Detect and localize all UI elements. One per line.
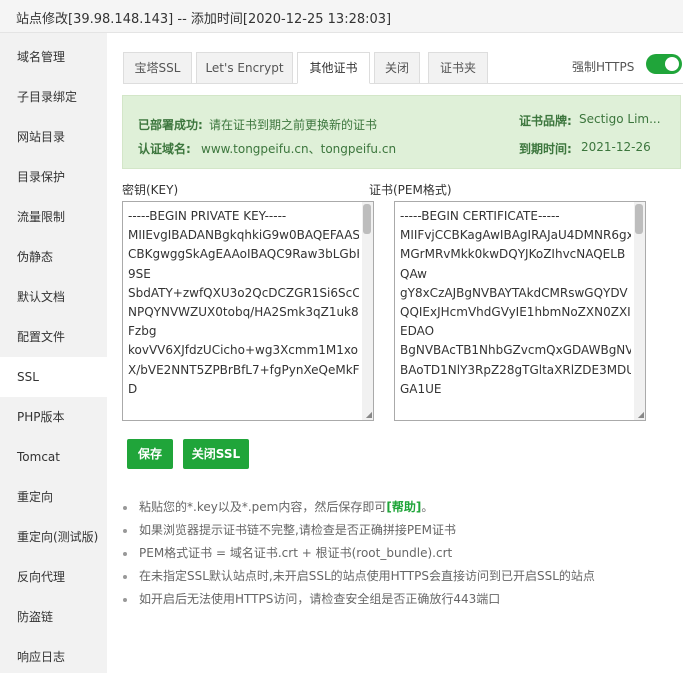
window-titlebar: 站点修改[39.98.148.143] -- 添加时间[2020-12-25 1…: [0, 0, 683, 33]
key-line: kovVV6XJfdzUCicho+wg3Xcmm1M1xoE: [128, 343, 359, 358]
cert-content: -----BEGIN CERTIFICATE----- MIIFvjCCBKag…: [400, 207, 631, 399]
bullet-icon: [123, 552, 127, 556]
sidebar-item-rewrite[interactable]: 伪静态: [0, 237, 107, 277]
sidebar-item-redirect[interactable]: 重定向: [0, 477, 107, 517]
tip-item: 如果浏览器提示证书链不完整,请检查是否正确拼接PEM证书: [122, 519, 595, 542]
cert-line: BgNVBAcTB1NhbGZvcmQxGDAWBgNV: [400, 343, 631, 358]
cert-line: gY8xCzAJBgNVBAYTAkdCMRswGQYDV: [400, 285, 628, 300]
key-line: X/bVE2NNT5ZPBrBfL7+fgPynXeQeMkFc: [128, 362, 359, 377]
domain-label: 认证域名:: [138, 142, 191, 156]
cert-scroll-thumb[interactable]: [635, 204, 643, 234]
tab-cert-folder[interactable]: 证书夹: [428, 52, 488, 84]
brand-label: 证书品牌:: [519, 114, 572, 128]
cert-status-box: 已部署成功: 请在证书到期之前更换新的证书 认证域名: www.tongpeif…: [122, 95, 681, 169]
bullet-icon: [123, 529, 127, 533]
tip-item: 如开启后无法使用HTTPS访问，请检查安全组是否正确放行443端口: [122, 588, 595, 611]
cert-line: BAoTD1NlY3RpZ28gTGltaXRlZDE3MDU: [400, 362, 631, 377]
help-link[interactable]: [帮助]: [386, 500, 421, 514]
force-https-label: 强制HTTPS: [572, 60, 635, 74]
bullet-icon: [123, 598, 127, 602]
sidebar-item-dir-protect[interactable]: 目录保护: [0, 157, 107, 197]
tip-text: 粘贴您的*.key以及*.pem内容，然后保存即可: [139, 500, 387, 514]
force-https-toggle[interactable]: [646, 54, 682, 74]
tip-item: PEM格式证书 = 域名证书.crt + 根证书(root_bundle).cr…: [122, 542, 595, 565]
cert-line: MIIFvjCCBKagAwIBAgIRAJaU4DMNR6gx: [400, 228, 631, 243]
cert-line: MGrMRvMkk0kwDQYJKoZIhvcNAQELB: [400, 247, 626, 262]
sidebar-item-default-doc[interactable]: 默认文档: [0, 277, 107, 317]
key-scrollbar[interactable]: [362, 202, 373, 420]
tip-item: 在未指定SSL默认站点时,未开启SSL的站点使用HTTPS会直接访问到已开启SS…: [122, 565, 595, 588]
sidebar-item-tomcat[interactable]: Tomcat: [0, 437, 107, 477]
save-button[interactable]: 保存: [127, 439, 173, 469]
key-content: -----BEGIN PRIVATE KEY----- MIIEvgIBADAN…: [128, 207, 359, 399]
key-line: -----BEGIN PRIVATE KEY-----: [128, 209, 287, 223]
key-line: MIIEvgIBADANBgkqhkiG9w0BAQEFAAS: [128, 228, 359, 243]
key-line: D: [128, 381, 138, 396]
sidebar-item-domain[interactable]: 域名管理: [0, 37, 107, 77]
tip-text: 在未指定SSL默认站点时,未开启SSL的站点使用HTTPS会直接访问到已开启SS…: [139, 569, 595, 583]
cert-line: -----BEGIN CERTIFICATE-----: [400, 209, 560, 223]
sidebar: 域名管理 子目录绑定 网站目录 目录保护 流量限制 伪静态 默认文档 配置文件 …: [0, 33, 107, 673]
tip-text: 如果浏览器提示证书链不完整,请检查是否正确拼接PEM证书: [139, 523, 456, 537]
sidebar-item-traffic-limit[interactable]: 流量限制: [0, 197, 107, 237]
key-line: NPQYNVWZUX0tobq/HA2Smk3qZ1uk8: [128, 305, 359, 320]
window-title: 站点修改[39.98.148.143] -- 添加时间[2020-12-25 1…: [16, 12, 392, 27]
tab-lets-encrypt[interactable]: Let's Encrypt: [196, 52, 293, 84]
key-line: Fzbg: [128, 324, 157, 339]
expiry-value: 2021-12-26: [581, 140, 651, 154]
expiry-label: 到期时间:: [519, 142, 572, 156]
tab-other-cert[interactable]: 其他证书: [297, 52, 370, 84]
cert-line: EDAO: [400, 324, 435, 339]
cert-line: GA1UE: [400, 381, 442, 396]
key-line: SbdATY+zwfQXU3o2QcDCZGR1Si6ScCh: [128, 285, 359, 300]
cert-label: 证书(PEM格式): [369, 183, 452, 197]
cert-line: QQIExJHcmVhdGVyIE1hbmNoZXN0ZXIx: [400, 305, 631, 320]
key-line: CBKgwggSkAgEAAoIBAQC9Raw3bLGbH: [128, 247, 359, 262]
bullet-icon: [123, 575, 127, 579]
close-ssl-button[interactable]: 关闭SSL: [183, 439, 249, 469]
sidebar-item-reverse-proxy[interactable]: 反向代理: [0, 557, 107, 597]
tip-text: 如开启后无法使用HTTPS访问，请检查安全组是否正确放行443端口: [139, 592, 501, 606]
cert-scrollbar[interactable]: [634, 202, 645, 420]
deployed-message: 请在证书到期之前更换新的证书: [209, 118, 378, 132]
tab-close[interactable]: 关闭: [374, 52, 420, 84]
brand-value: Sectigo Lim...: [579, 112, 661, 126]
resize-handle-icon[interactable]: ◢: [638, 411, 644, 419]
sidebar-item-redirect-beta[interactable]: 重定向(测试版): [0, 517, 107, 557]
sidebar-item-php-version[interactable]: PHP版本: [0, 397, 107, 437]
tip-suffix: 。: [421, 500, 434, 514]
sidebar-item-site-dir[interactable]: 网站目录: [0, 117, 107, 157]
sidebar-item-hotlink[interactable]: 防盗链: [0, 597, 107, 637]
help-tips: 粘贴您的*.key以及*.pem内容，然后保存即可[帮助]。 如果浏览器提示证书…: [122, 496, 595, 611]
bullet-icon: [123, 506, 127, 510]
key-scroll-thumb[interactable]: [363, 204, 371, 234]
cert-line: QAw: [400, 266, 427, 281]
key-line: 9SE: [128, 266, 151, 281]
sidebar-item-subdir[interactable]: 子目录绑定: [0, 77, 107, 117]
resize-handle-icon[interactable]: ◢: [366, 411, 372, 419]
domain-value: www.tongpeifu.cn、tongpeifu.cn: [201, 142, 397, 156]
sidebar-item-ssl[interactable]: SSL: [0, 357, 107, 397]
tab-bt-ssl[interactable]: 宝塔SSL: [123, 52, 192, 84]
sidebar-item-config-file[interactable]: 配置文件: [0, 317, 107, 357]
cert-textarea[interactable]: -----BEGIN CERTIFICATE----- MIIFvjCCBKag…: [394, 201, 646, 421]
tip-item: 粘贴您的*.key以及*.pem内容，然后保存即可[帮助]。: [122, 496, 595, 519]
deployed-label: 已部署成功:: [138, 118, 203, 132]
key-label: 密钥(KEY): [122, 183, 179, 197]
toggle-knob: [665, 57, 679, 71]
tip-text: PEM格式证书 = 域名证书.crt + 根证书(root_bundle).cr…: [139, 546, 453, 560]
sidebar-item-response-log[interactable]: 响应日志: [0, 637, 107, 677]
key-textarea[interactable]: -----BEGIN PRIVATE KEY----- MIIEvgIBADAN…: [122, 201, 374, 421]
